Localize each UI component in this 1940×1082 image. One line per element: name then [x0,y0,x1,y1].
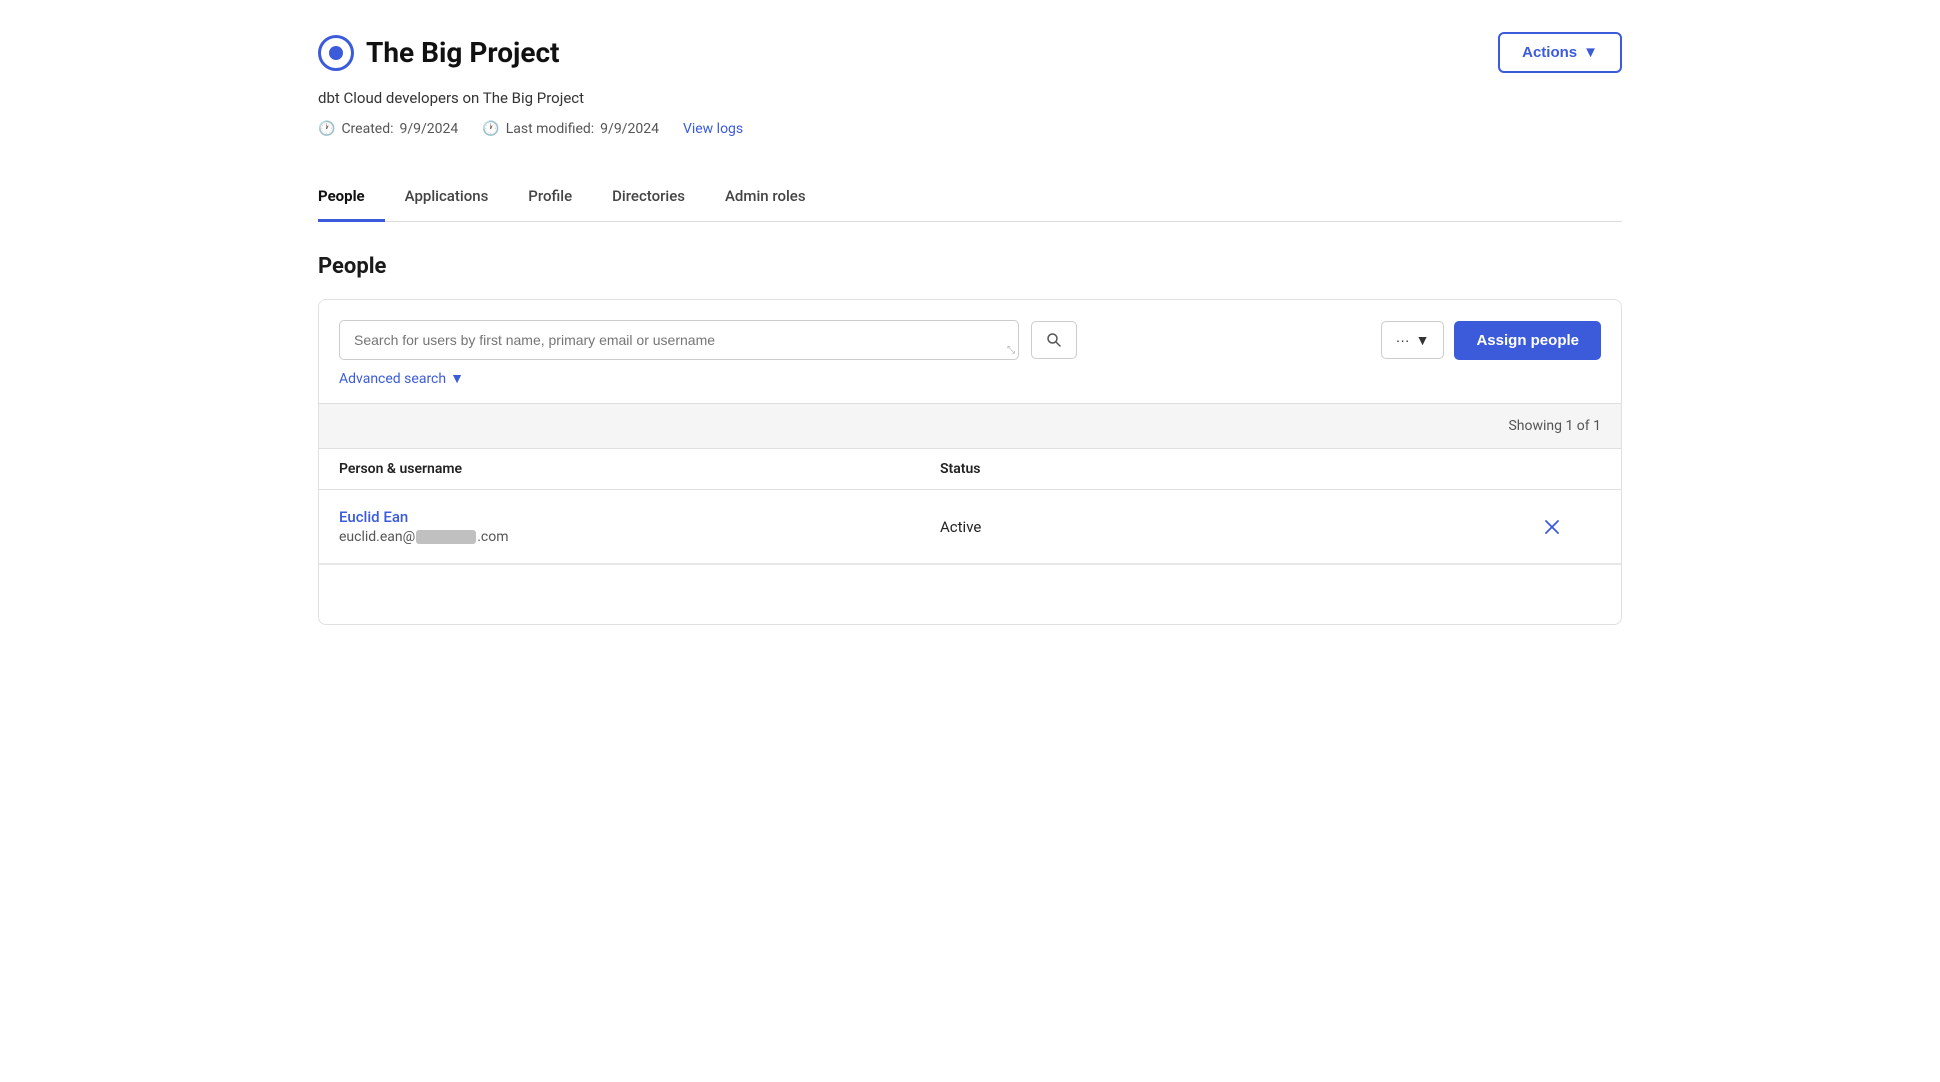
status-cell: Active [940,518,1541,536]
resize-handle: ⤡ [1007,345,1015,356]
page-subtitle: dbt Cloud developers on The Big Project [318,89,1622,107]
search-input-wrapper: ⤡ [339,320,1019,360]
col-header-actions [1541,461,1601,477]
clock-icon: 🕐 [318,121,335,137]
tab-profile[interactable]: Profile [508,173,592,222]
search-icon [1046,332,1062,348]
actions-button[interactable]: Actions ▼ [1498,32,1622,73]
person-email: euclid.ean@.com [339,529,940,545]
table-row: Euclid Ean euclid.ean@.com Active [319,490,1621,564]
modified-date: 9/9/2024 [600,121,659,137]
created-date: 9/9/2024 [400,121,459,137]
redacted-email [416,530,476,544]
view-logs-link[interactable]: View logs [683,121,743,137]
col-header-person: Person & username [339,461,940,477]
title-area: The Big Project [318,35,560,71]
chevron-down-icon-2: ▼ [1416,332,1430,348]
clock-icon-2: 🕐 [482,121,499,137]
chevron-down-icon-3: ▼ [450,370,464,387]
chevron-down-icon: ▼ [1583,44,1598,61]
tabs-nav: People Applications Profile Directories … [318,173,1622,222]
col-header-status: Status [940,461,1541,477]
close-icon [1545,520,1559,534]
assign-people-button[interactable]: Assign people [1454,321,1601,360]
page-title: The Big Project [366,36,560,69]
page-header: The Big Project Actions ▼ [318,32,1622,73]
row-actions-cell [1541,516,1601,538]
created-label: Created: [341,121,393,137]
section-title: People [318,254,1622,279]
modified-meta: 🕐 Last modified: 9/9/2024 [482,121,659,137]
advanced-search-toggle[interactable]: Advanced search ▼ [339,370,1601,387]
search-input[interactable] [339,320,1019,360]
created-meta: 🕐 Created: 9/9/2024 [318,121,458,137]
people-card: ⤡ ··· ▼ Assign people Advance [318,299,1622,625]
meta-row: 🕐 Created: 9/9/2024 🕐 Last modified: 9/9… [318,121,1622,137]
table-actions: ··· ▼ Assign people [1381,321,1601,360]
search-row: ⤡ ··· ▼ Assign people [339,320,1601,360]
logo-icon [318,35,354,71]
more-actions-button[interactable]: ··· ▼ [1381,321,1445,359]
modified-label: Last modified: [506,121,594,137]
tab-people[interactable]: People [318,173,385,222]
tab-applications[interactable]: Applications [385,173,509,222]
search-area: ⤡ ··· ▼ Assign people Advance [319,300,1621,403]
table-header: Person & username Status [319,449,1621,490]
tab-directories[interactable]: Directories [592,173,705,222]
person-name-link[interactable]: Euclid Ean [339,508,940,526]
tab-admin-roles[interactable]: Admin roles [705,173,826,222]
search-button[interactable] [1031,321,1077,359]
empty-row [319,564,1621,624]
person-cell: Euclid Ean euclid.ean@.com [339,508,940,545]
remove-person-button[interactable] [1541,516,1563,538]
results-bar: Showing 1 of 1 [319,403,1621,449]
